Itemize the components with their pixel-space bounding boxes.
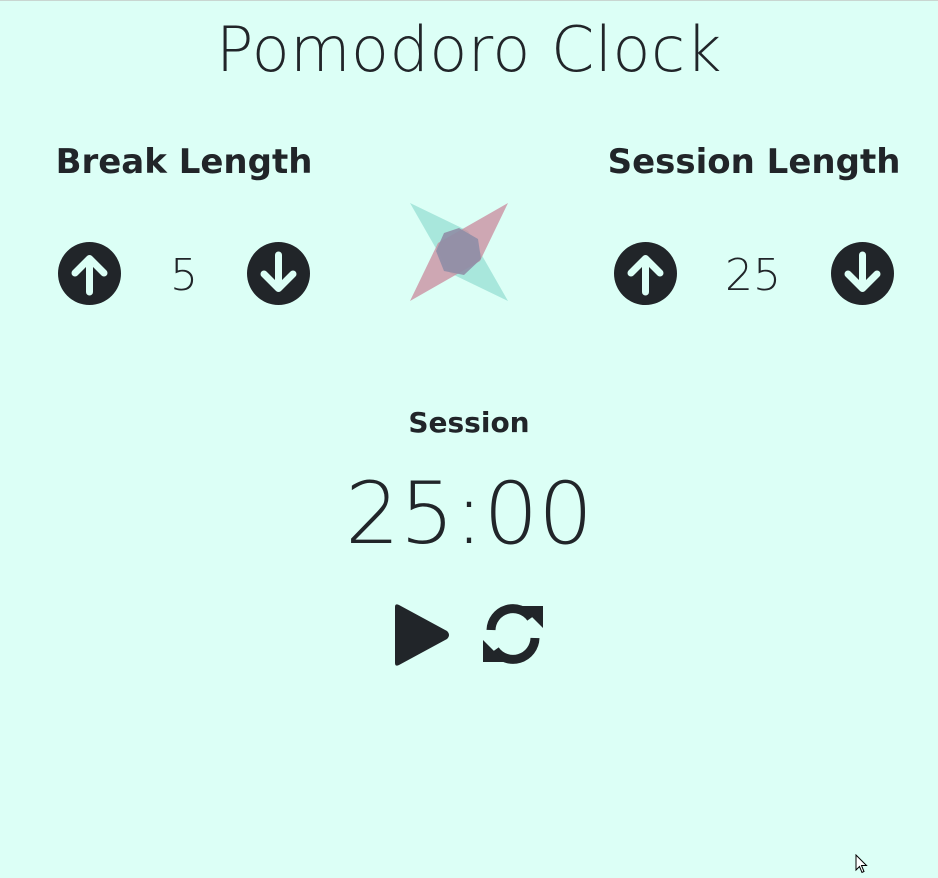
session-length-value: 25 — [725, 250, 781, 301]
arrow-circle-up-icon — [58, 242, 121, 305]
mouse-cursor-icon — [855, 853, 869, 874]
play-icon — [395, 604, 449, 666]
break-decrement-button[interactable] — [247, 242, 310, 305]
top-border — [0, 0, 938, 1]
arrow-circle-down-icon — [247, 242, 310, 305]
timer-label: Session — [408, 406, 530, 439]
app-title: Pomodoro Clock — [216, 13, 722, 86]
arrow-circle-down-icon — [831, 242, 894, 305]
reset-button[interactable] — [481, 602, 545, 666]
time-left-display: 25:00 — [345, 464, 593, 564]
break-increment-button[interactable] — [58, 242, 121, 305]
arrow-circle-up-icon — [614, 242, 677, 305]
sync-icon — [483, 604, 543, 664]
break-label: Break Length — [55, 142, 313, 182]
app-logo — [408, 201, 510, 303]
break-length-value: 5 — [170, 250, 198, 301]
session-increment-button[interactable] — [614, 242, 677, 305]
session-decrement-button[interactable] — [831, 242, 894, 305]
start-stop-button[interactable] — [391, 602, 451, 668]
session-label: Session Length — [607, 142, 901, 182]
